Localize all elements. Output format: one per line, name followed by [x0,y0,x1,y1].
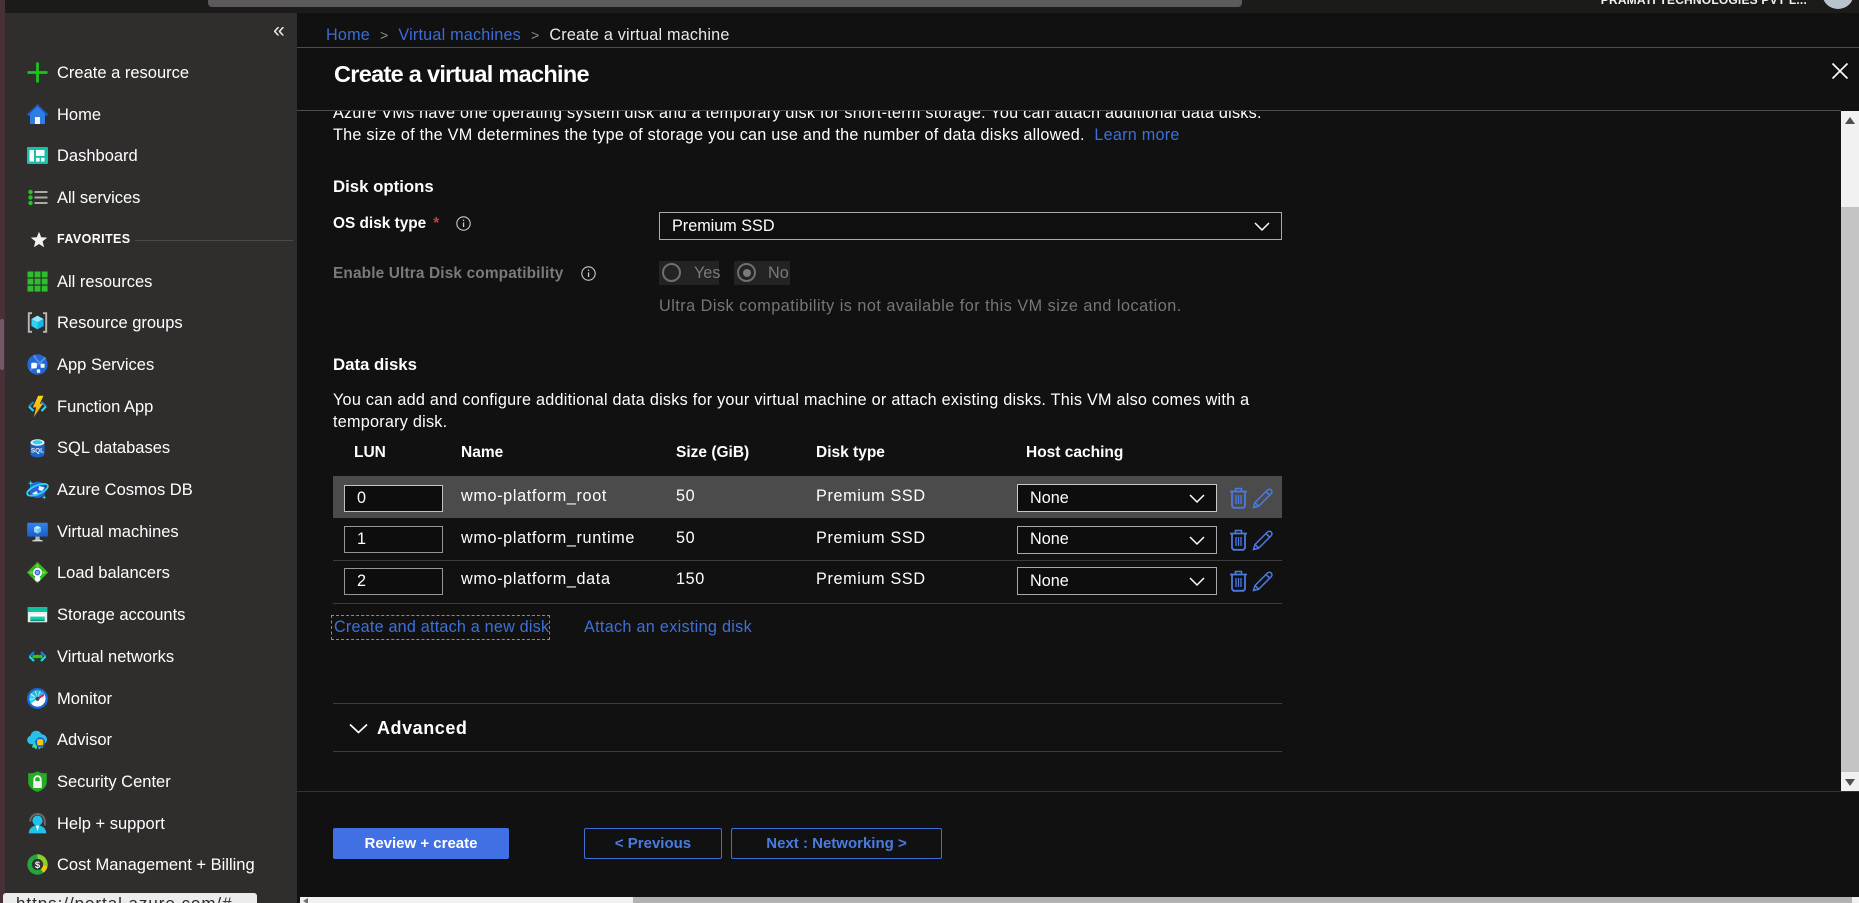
svg-text:SQL: SQL [31,448,44,455]
svg-text:$: $ [35,860,41,871]
